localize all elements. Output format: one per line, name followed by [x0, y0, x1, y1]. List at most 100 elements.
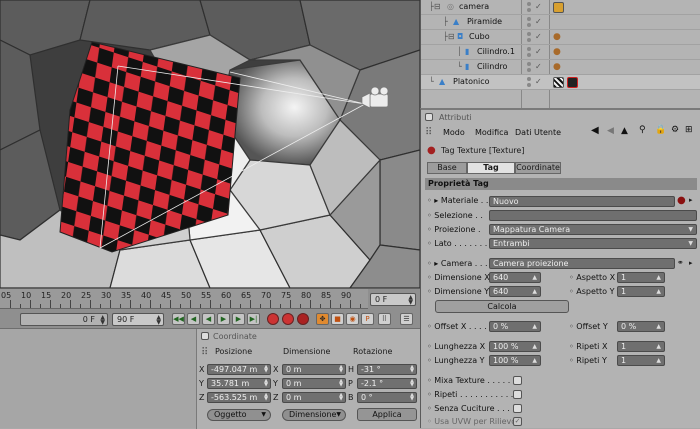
keyframe-selection-icon[interactable] — [297, 313, 309, 325]
side-dropdown[interactable]: Entrambi ▼ — [489, 238, 697, 249]
tab-coordinate[interactable]: Coordinate — [515, 162, 561, 174]
enable-check-icon[interactable]: ✓ — [535, 2, 542, 11]
calculate-button[interactable]: Calcola — [435, 300, 569, 313]
up-arrow-icon[interactable]: ▲ — [621, 126, 628, 136]
render-dot[interactable] — [527, 68, 531, 72]
visibility-dot[interactable] — [527, 77, 531, 81]
object-row[interactable]: └ ▲ Platonico ✓ — [421, 75, 700, 90]
next-key-button[interactable]: ▶ — [232, 313, 245, 325]
checker-material-tag-icon[interactable] — [553, 77, 564, 88]
enable-check-icon[interactable]: ✓ — [535, 77, 542, 86]
enable-check-icon[interactable]: ✓ — [535, 62, 542, 71]
render-dot[interactable] — [527, 83, 531, 87]
prev-key-button[interactable]: ◀ — [187, 313, 200, 325]
lock-icon[interactable]: 🔒 — [655, 125, 666, 135]
position-y-field[interactable]: 35.781 m ▲ ▼ — [207, 378, 271, 389]
play-forward-button[interactable]: ▶ — [217, 313, 230, 325]
enable-check-icon[interactable]: ✓ — [535, 47, 542, 56]
dimension-y-field[interactable]: 640 ▲ — [489, 286, 541, 297]
move-key-icon[interactable]: ✥ — [316, 313, 329, 325]
link-icon[interactable]: ⚙ — [671, 125, 679, 135]
param-key-icon[interactable]: P — [361, 313, 374, 325]
material-field[interactable]: Nuovo — [489, 196, 675, 207]
end-frame-field[interactable]: 90 F ▲ ▼ — [112, 313, 164, 326]
menu-edit[interactable]: Modifica — [475, 128, 508, 137]
object-row[interactable]: ├ ▲ Piramide ✓ — [421, 15, 700, 30]
coordinate-mode-dropdown[interactable]: Oggetto ▼ — [207, 409, 271, 421]
object-row[interactable]: │ ▮ Cilindro.1 ✓ ● — [421, 45, 700, 60]
enable-check-icon[interactable]: ✓ — [535, 32, 542, 41]
start-frame-field[interactable]: 0 F ▲ ▼ — [20, 313, 108, 326]
attributes-toggle[interactable] — [425, 113, 433, 121]
back-arrow-icon[interactable]: ◀ — [591, 125, 599, 136]
rotation-h-field[interactable]: -31 ° ▲ ▼ — [357, 364, 417, 375]
uvw-bump-checkbox[interactable]: ✓ — [513, 417, 522, 426]
search-icon[interactable]: ⚲ — [639, 125, 646, 135]
size-mode-dropdown[interactable]: Dimensione ▼ — [282, 409, 346, 421]
offset-x-field[interactable]: 0 % ▲ — [489, 321, 541, 332]
visibility-dot[interactable] — [527, 62, 531, 66]
texture-tag-icon[interactable]: ● — [553, 32, 561, 42]
camera-link-icon[interactable]: ⚭ — [677, 258, 684, 267]
visibility-dot[interactable] — [527, 47, 531, 51]
current-frame-field[interactable]: 0 F ▲ ▼ — [370, 293, 416, 306]
mix-texture-checkbox[interactable] — [513, 376, 522, 385]
length-x-field[interactable]: 100 % ▲ — [489, 341, 541, 352]
point-level-icon[interactable]: ⠿ — [378, 313, 391, 325]
position-z-field[interactable]: -563.525 m ▲ ▼ — [207, 392, 271, 403]
size-z-field[interactable]: 0 m ▲ ▼ — [282, 392, 346, 403]
repeat-x-field[interactable]: 1 ▲ — [617, 341, 665, 352]
timeline-menu-icon[interactable]: ☰ — [400, 313, 413, 325]
texture-tag-icon[interactable]: ● — [553, 62, 561, 72]
spinner-icon[interactable]: ▲ ▼ — [100, 315, 105, 326]
material-menu-arrow-icon[interactable]: ▸ — [689, 196, 693, 204]
scale-key-icon[interactable]: ■ — [331, 313, 344, 325]
timeline-ruler[interactable]: 05 10 15 20 25 30 35 40 45 50 55 60 65 7… — [0, 289, 368, 309]
material-preview-icon[interactable]: ● — [677, 195, 686, 206]
render-dot[interactable] — [527, 8, 531, 12]
size-x-field[interactable]: 0 m ▲ ▼ — [282, 364, 346, 375]
dimension-x-field[interactable]: 640 ▲ — [489, 272, 541, 283]
menu-mode[interactable]: Modo — [443, 128, 465, 137]
object-row[interactable]: └ ▮ Cilindro ✓ ● — [421, 60, 700, 75]
expand-icon[interactable]: ▸ — [434, 259, 438, 268]
aspect-y-field[interactable]: 1 ▲ — [617, 286, 665, 297]
apply-button[interactable]: Applica — [357, 408, 417, 421]
size-y-field[interactable]: 0 m ▲ ▼ — [282, 378, 346, 389]
autokey-icon[interactable] — [282, 313, 294, 325]
aspect-x-field[interactable]: 1 ▲ — [617, 272, 665, 283]
spinner-icon[interactable]: ▲ ▼ — [156, 315, 161, 326]
go-start-button[interactable]: ◀◀ — [172, 313, 185, 325]
object-row[interactable]: ├⊟ ◎ camera ✓ — [421, 0, 700, 15]
render-dot[interactable] — [527, 38, 531, 42]
repeat-checkbox[interactable] — [513, 390, 522, 399]
coordinate-toggle[interactable] — [201, 332, 209, 340]
camera-link-field[interactable]: Camera proiezione — [489, 258, 675, 269]
render-dot[interactable] — [527, 53, 531, 57]
tab-tag[interactable]: Tag — [467, 162, 515, 174]
visibility-dot[interactable] — [527, 17, 531, 21]
play-back-button[interactable]: ◀ — [202, 313, 215, 325]
render-dot[interactable] — [527, 23, 531, 27]
enable-check-icon[interactable]: ✓ — [535, 17, 542, 26]
texture-tag-icon[interactable]: ● — [553, 47, 561, 57]
3d-viewport[interactable] — [0, 0, 420, 288]
menu-user-data[interactable]: Dati Utente — [515, 128, 561, 137]
selected-material-tag-icon[interactable] — [567, 77, 578, 88]
length-y-field[interactable]: 100 % ▲ — [489, 355, 541, 366]
repeat-y-field[interactable]: 1 ▲ — [617, 355, 665, 366]
expand-icon[interactable]: ▸ — [434, 196, 438, 205]
seamless-checkbox[interactable] — [513, 404, 522, 413]
new-panel-icon[interactable]: ⊞ — [685, 125, 693, 135]
timeline[interactable]: 05 10 15 20 25 30 35 40 45 50 55 60 65 7… — [0, 288, 420, 328]
record-icon[interactable] — [267, 313, 279, 325]
go-end-button[interactable]: ▶| — [247, 313, 260, 325]
rotation-b-field[interactable]: 0 ° ▲ ▼ — [357, 392, 417, 403]
camera-tag-icon[interactable] — [553, 2, 564, 13]
tab-base[interactable]: Base — [427, 162, 467, 174]
forward-arrow-icon[interactable]: ◀ — [607, 126, 614, 136]
spinner-icon[interactable]: ▲ ▼ — [408, 295, 413, 306]
object-row[interactable]: ├⊟ ◘ Cubo ✓ ● — [421, 30, 700, 45]
rotate-key-icon[interactable]: ◉ — [346, 313, 359, 325]
visibility-dot[interactable] — [527, 2, 531, 6]
